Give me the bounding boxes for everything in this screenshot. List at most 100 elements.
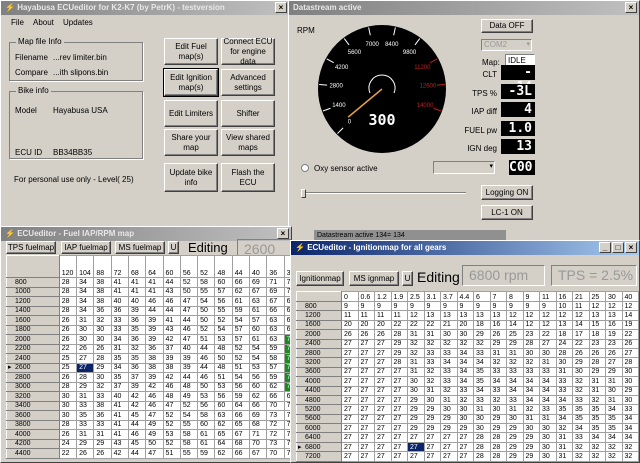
map-cell[interactable]: 39 xyxy=(127,381,147,392)
map-cell[interactable]: 52 xyxy=(162,410,181,421)
map-cell[interactable]: 23 xyxy=(522,329,540,340)
map-cell[interactable]: 30 xyxy=(423,394,441,406)
map-cell[interactable]: 27 xyxy=(357,413,375,425)
map-cell[interactable]: 27 xyxy=(357,394,375,406)
map-cell[interactable]: 31 xyxy=(76,315,95,326)
map-cell[interactable]: 31 xyxy=(605,394,623,406)
map-cell[interactable]: 18 xyxy=(473,319,491,331)
map-cell[interactable]: 33 xyxy=(506,394,524,406)
map-cell[interactable]: 9 xyxy=(423,300,441,312)
map-cell[interactable]: 32 xyxy=(423,376,441,387)
row-header[interactable]: 1600 xyxy=(296,319,342,331)
map-cell[interactable]: 63 xyxy=(266,315,285,326)
map-cell[interactable]: 26 xyxy=(588,347,606,359)
update-bike-info-button[interactable]: Update bike info xyxy=(164,163,218,192)
map-cell[interactable]: 33 xyxy=(423,347,441,359)
map-cell[interactable]: 27 xyxy=(341,338,359,349)
map-cell[interactable]: 27 xyxy=(357,338,375,349)
map-cell[interactable]: 32 xyxy=(440,385,458,396)
map-cell[interactable]: 30 xyxy=(621,394,639,406)
map-cell[interactable]: 67 xyxy=(266,296,285,307)
map-cell[interactable]: 20 xyxy=(374,319,392,331)
map-cell[interactable]: 55 xyxy=(179,419,199,430)
map-cell[interactable]: 44 xyxy=(127,448,147,459)
share-map-button[interactable]: Share your map xyxy=(164,129,218,156)
map-cell[interactable]: 32 xyxy=(473,338,491,349)
map-cell[interactable]: 9 xyxy=(456,300,474,312)
map-cell[interactable]: 57 xyxy=(214,286,233,297)
map-cell[interactable]: 34 xyxy=(522,376,540,387)
map-cell[interactable]: 28 xyxy=(473,441,491,453)
map-cell[interactable]: 43 xyxy=(110,438,129,449)
map-cell[interactable]: 32 xyxy=(588,394,606,406)
map-cell[interactable]: 62 xyxy=(231,286,251,297)
map-cell[interactable]: 67 xyxy=(249,286,268,297)
map-cell[interactable]: 70 xyxy=(249,438,268,449)
map-cell[interactable]: 27 xyxy=(440,441,458,453)
map-cell[interactable]: 35 xyxy=(588,423,606,434)
map-cell[interactable]: 27 xyxy=(390,413,408,425)
map-cell[interactable]: 41 xyxy=(110,286,129,297)
map-cell[interactable]: 32 xyxy=(456,338,474,349)
map-cell[interactable]: 29 xyxy=(423,404,441,415)
map-cell[interactable]: 29 xyxy=(506,432,524,443)
map-cell[interactable]: 26 xyxy=(58,315,78,326)
map-cell[interactable]: 28 xyxy=(58,305,78,316)
map-cell[interactable]: 32 xyxy=(572,385,590,396)
map-cell[interactable]: 34 xyxy=(506,385,524,396)
map-cell[interactable]: 9 xyxy=(539,300,557,312)
map-cell[interactable]: 59 xyxy=(231,391,251,402)
map-cell[interactable]: 13 xyxy=(588,310,606,321)
map-cell[interactable]: 54 xyxy=(179,410,199,421)
map-cell[interactable]: 60 xyxy=(249,381,268,392)
map-cell[interactable]: 33 xyxy=(76,400,95,411)
map-cell[interactable]: 32 xyxy=(423,366,441,378)
map-cell[interactable]: 48 xyxy=(179,381,199,392)
map-cell[interactable]: 30 xyxy=(621,366,639,378)
map-cell[interactable]: 29 xyxy=(390,338,408,349)
map-cell[interactable]: 53 xyxy=(214,381,233,392)
map-cell[interactable]: 65 xyxy=(214,429,233,440)
map-cell[interactable]: 27 xyxy=(374,357,392,368)
map-cell[interactable]: 27 xyxy=(390,441,408,453)
map-cell[interactable]: 53 xyxy=(249,362,268,373)
map-cell[interactable]: 29 xyxy=(93,362,112,373)
maximize-icon[interactable]: □ xyxy=(612,242,624,253)
map-cell[interactable]: 27 xyxy=(374,366,392,378)
map-cell[interactable]: 29 xyxy=(423,413,441,425)
map-cell[interactable]: 46 xyxy=(162,296,181,307)
map-cell[interactable]: 32 xyxy=(588,451,606,462)
map-cell[interactable]: 26 xyxy=(374,329,392,340)
map-cell[interactable]: 27 xyxy=(390,451,408,462)
map-cell[interactable]: 30 xyxy=(456,404,474,415)
map-cell[interactable]: 41 xyxy=(127,277,147,288)
map-cell[interactable]: 30 xyxy=(76,334,95,345)
map-cell[interactable]: 56 xyxy=(214,296,233,307)
map-cell[interactable]: 69 xyxy=(266,286,285,297)
map-cell[interactable]: 16 xyxy=(605,319,623,331)
map-cell[interactable]: 27 xyxy=(357,423,375,434)
map-cell[interactable]: 29 xyxy=(621,385,639,396)
map-cell[interactable]: 9 xyxy=(473,300,491,312)
map-cell[interactable]: 27 xyxy=(341,366,359,378)
map-cell[interactable]: 61 xyxy=(249,334,268,345)
map-cell[interactable]: 35 xyxy=(110,372,129,383)
map-cell[interactable]: 32 xyxy=(522,404,540,415)
map-cell[interactable]: 34 xyxy=(572,423,590,434)
map-cell[interactable]: 9 xyxy=(506,300,524,312)
map-cell[interactable]: 35 xyxy=(110,353,129,364)
map-cell[interactable]: 10 xyxy=(555,300,573,312)
map-cell[interactable]: 30 xyxy=(605,385,623,396)
row-header[interactable]: 3600 xyxy=(6,410,60,421)
map-cell[interactable]: 35 xyxy=(473,366,491,378)
map-cell[interactable]: 32 xyxy=(572,441,590,453)
map-cell[interactable]: 30 xyxy=(407,385,425,396)
map-cell[interactable]: 27 xyxy=(341,394,359,406)
map-cell[interactable]: 33 xyxy=(539,366,557,378)
map-cell[interactable]: 32 xyxy=(572,376,590,387)
map-cell[interactable]: 27 xyxy=(621,347,639,359)
map-cell[interactable]: 20 xyxy=(357,319,375,331)
map-cell[interactable]: 13 xyxy=(555,319,573,331)
map-cell[interactable]: 31 xyxy=(555,366,573,378)
map-cell[interactable]: 42 xyxy=(127,391,147,402)
